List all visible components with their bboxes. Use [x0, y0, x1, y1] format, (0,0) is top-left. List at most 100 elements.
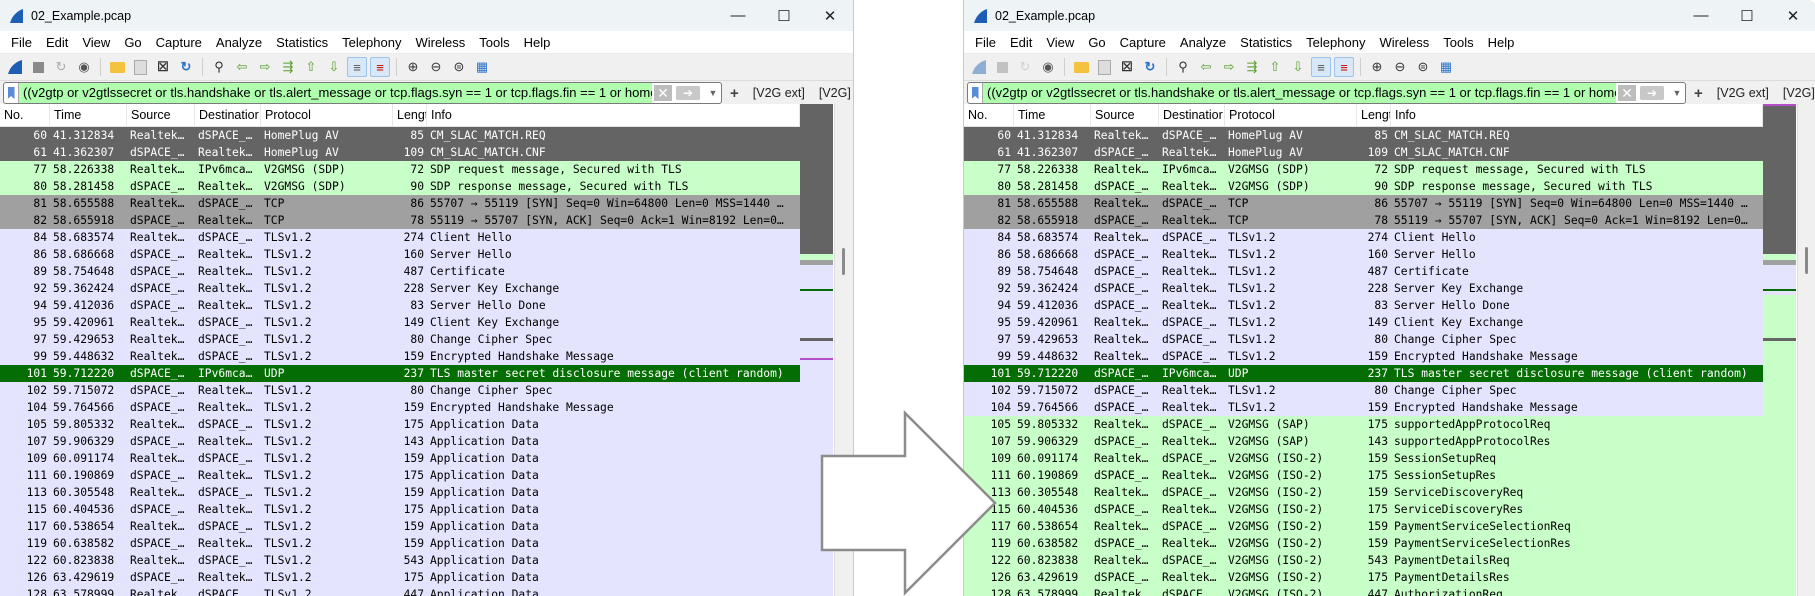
filter-button-v2g-ext[interactable]: [V2G ext]	[753, 86, 805, 100]
packet-row[interactable]: 105 59.805332 Realtek… dSPACE_… TLSv1.2 175 Ap…	[0, 416, 800, 433]
display-filter-input[interactable]: ((v2gtp or v2gtlssecret or tls.handshake…	[19, 83, 652, 103]
packet-row[interactable]: 105 59.805332 Realtek… dSPACE_… V2GMSG (SAP)…	[964, 416, 1763, 433]
packet-row[interactable]: 81 58.655588 Realtek… dSPACE_… TCP 86 55707 → …	[964, 195, 1763, 212]
resize-columns-icon[interactable]: ▦	[1436, 57, 1456, 77]
bookmark-icon[interactable]	[968, 83, 983, 103]
packet-row[interactable]: 95 59.420961 Realtek… dSPACE_… TLSv1.2 149 Cli…	[0, 314, 800, 331]
open-folder-icon[interactable]	[107, 57, 127, 77]
packet-row[interactable]: 99 59.448632 Realtek… dSPACE_… TLSv1.2 159 Enc…	[0, 348, 800, 365]
packet-row[interactable]: 92 59.362424 dSPACE_… Realtek… TLSv1.2 228 Ser…	[0, 280, 800, 297]
packet-row[interactable]: 80 58.281458 dSPACE_… Realtek… V2GMSG (SDP) 9…	[964, 178, 1763, 195]
go-to-packet-icon[interactable]: ⇶	[278, 57, 298, 77]
column-header-destination[interactable]: Destinatior	[1159, 104, 1225, 126]
menu-view[interactable]: View	[1039, 35, 1081, 50]
apply-filter-icon[interactable]: ➔	[1640, 86, 1664, 100]
open-folder-icon[interactable]	[1071, 57, 1091, 77]
packet-row[interactable]: 82 58.655918 dSPACE_… Realtek… TCP 78 55119 → …	[0, 212, 800, 229]
packet-row[interactable]: 82 58.655918 dSPACE_… Realtek… TCP 78 55119 → …	[964, 212, 1763, 229]
go-back-icon[interactable]: ⇦	[232, 57, 252, 77]
packet-row[interactable]: 97 59.429653 Realtek… dSPACE_… TLSv1.2 80 Chan…	[964, 331, 1763, 348]
colorize-icon[interactable]: ≡	[370, 57, 390, 77]
clear-filter-icon[interactable]: ✕	[654, 85, 672, 101]
reload-icon[interactable]: ↻	[1140, 57, 1160, 77]
column-header-info[interactable]: Info	[427, 104, 800, 126]
zoom-in-icon[interactable]: ⊕	[1367, 57, 1387, 77]
vertical-scrollbar[interactable]	[1797, 104, 1815, 596]
packet-row[interactable]: 115 60.404536 dSPACE_… Realtek… TLSv1.2 175 Ap…	[0, 501, 800, 518]
menu-file[interactable]: File	[968, 35, 1003, 50]
scrollbar-thumb[interactable]	[1805, 247, 1808, 274]
minimize-button[interactable]: —	[1678, 0, 1724, 31]
filter-button-v2g[interactable]: [V2G]	[819, 86, 851, 100]
packet-row[interactable]: 107 59.906329 dSPACE_… Realtek… TLSv1.2 143 Ap…	[0, 433, 800, 450]
packet-row[interactable]: 126 63.429619 dSPACE_… Realtek… V2GMSG (ISO-…	[964, 569, 1763, 586]
packet-row[interactable]: 77 58.226338 Realtek… IPv6mca… V2GMSG (SDP) 7…	[0, 161, 800, 178]
column-header-time[interactable]: Time	[50, 104, 127, 126]
close-button[interactable]: ✕	[1770, 0, 1815, 31]
close-button[interactable]: ✕	[807, 0, 853, 31]
save-file-icon[interactable]	[1094, 57, 1114, 77]
minimize-button[interactable]: —	[715, 0, 761, 31]
display-filter-input[interactable]: ((v2gtp or v2gtlssecret or tls.handshake…	[983, 83, 1616, 103]
packet-row[interactable]: 113 60.305548 Realtek… dSPACE_… TLSv1.2 159 Ap…	[0, 484, 800, 501]
last-packet-icon[interactable]: ⇩	[1288, 57, 1308, 77]
packet-row[interactable]: 61 41.362307 dSPACE_… Realtek… HomePlug AV 10…	[964, 144, 1763, 161]
packet-row[interactable]: 128 63.578999 Realtek… dSPACE_… V2GMSG (ISO-…	[964, 586, 1763, 596]
scrollbar-thumb[interactable]	[842, 248, 845, 275]
packet-row[interactable]: 104 59.764566 dSPACE_… Realtek… TLSv1.2 159 En…	[964, 399, 1763, 416]
packet-row[interactable]: 102 59.715072 dSPACE_… Realtek… TLSv1.2 80 Cha…	[964, 382, 1763, 399]
packet-row[interactable]: 80 58.281458 dSPACE_… Realtek… V2GMSG (SDP) 9…	[0, 178, 800, 195]
stop-icon[interactable]	[28, 57, 48, 77]
menu-capture[interactable]: Capture	[149, 35, 209, 50]
column-header-length[interactable]: Lengt	[393, 104, 427, 126]
go-back-icon[interactable]: ⇦	[1196, 57, 1216, 77]
go-forward-icon[interactable]: ⇨	[1219, 57, 1239, 77]
packet-row[interactable]: 111 60.190869 dSPACE_… Realtek… TLSv1.2 175 Ap…	[0, 467, 800, 484]
column-header-destination[interactable]: Destinatior	[195, 104, 261, 126]
autoscroll-icon[interactable]: ≡	[347, 57, 367, 77]
menu-statistics[interactable]: Statistics	[269, 35, 335, 50]
packet-row[interactable]: 89 58.754648 dSPACE_… Realtek… TLSv1.2 487 Cer…	[964, 263, 1763, 280]
packet-row[interactable]: 111 60.190869 dSPACE_… Realtek… V2GMSG (ISO-…	[964, 467, 1763, 484]
packet-row[interactable]: 86 58.686668 dSPACE_… Realtek… TLSv1.2 160 Ser…	[0, 246, 800, 263]
packet-row[interactable]: 94 59.412036 dSPACE_… Realtek… TLSv1.2 83 Serv…	[964, 297, 1763, 314]
last-packet-icon[interactable]: ⇩	[324, 57, 344, 77]
packet-row[interactable]: 94 59.412036 dSPACE_… Realtek… TLSv1.2 83 Serv…	[0, 297, 800, 314]
close-file-icon[interactable]: ☒	[153, 57, 173, 77]
column-header-source[interactable]: Source	[1091, 104, 1159, 126]
packet-row[interactable]: 113 60.305548 Realtek… dSPACE_… V2GMSG (ISO-…	[964, 484, 1763, 501]
column-header-no[interactable]: No.	[964, 104, 1014, 126]
packet-row[interactable]: 84 58.683574 Realtek… dSPACE_… TLSv1.2 274 Cli…	[964, 229, 1763, 246]
menu-telephony[interactable]: Telephony	[335, 35, 408, 50]
packet-row[interactable]: 107 59.906329 dSPACE_… Realtek… V2GMSG (SAP)…	[964, 433, 1763, 450]
apply-filter-icon[interactable]: ➔	[676, 86, 700, 100]
menu-help[interactable]: Help	[517, 35, 558, 50]
packet-row[interactable]: 128 63.578999 Realtek… dSPACE_… TLSv1.2 447 Ap…	[0, 586, 800, 596]
menu-edit[interactable]: Edit	[39, 35, 75, 50]
packet-minimap[interactable]	[1763, 104, 1796, 596]
packet-row[interactable]: 92 59.362424 dSPACE_… Realtek… TLSv1.2 228 Ser…	[964, 280, 1763, 297]
filter-history-dropdown-icon[interactable]: ▼	[706, 88, 720, 98]
menu-capture[interactable]: Capture	[1113, 35, 1173, 50]
menu-file[interactable]: File	[4, 35, 39, 50]
menu-wireless[interactable]: Wireless	[408, 35, 472, 50]
restart-icon[interactable]: ↻	[51, 57, 71, 77]
menu-tools[interactable]: Tools	[472, 35, 516, 50]
packet-row[interactable]: 97 59.429653 Realtek… dSPACE_… TLSv1.2 80 Chan…	[0, 331, 800, 348]
packet-row[interactable]: 84 58.683574 Realtek… dSPACE_… TLSv1.2 274 Cli…	[0, 229, 800, 246]
zoom-out-icon[interactable]: ⊖	[1390, 57, 1410, 77]
packet-row[interactable]: 95 59.420961 Realtek… dSPACE_… TLSv1.2 149 Cli…	[964, 314, 1763, 331]
autoscroll-icon[interactable]: ≡	[1311, 57, 1331, 77]
column-header-protocol[interactable]: Protocol	[1225, 104, 1357, 126]
column-header-length[interactable]: Lengt	[1357, 104, 1391, 126]
restart-icon[interactable]: ↻	[1015, 57, 1035, 77]
reload-icon[interactable]: ↻	[176, 57, 196, 77]
packet-row[interactable]: 61 41.362307 dSPACE_… Realtek… HomePlug AV 10…	[0, 144, 800, 161]
column-header-info[interactable]: Info	[1391, 104, 1763, 126]
packet-row[interactable]: 109 60.091174 Realtek… dSPACE_… V2GMSG (ISO-…	[964, 450, 1763, 467]
column-header-no[interactable]: No.	[0, 104, 50, 126]
bookmark-icon[interactable]	[4, 83, 19, 103]
packet-row[interactable]: 89 58.754648 dSPACE_… Realtek… TLSv1.2 487 Cer…	[0, 263, 800, 280]
first-packet-icon[interactable]: ⇧	[301, 57, 321, 77]
menu-view[interactable]: View	[75, 35, 117, 50]
